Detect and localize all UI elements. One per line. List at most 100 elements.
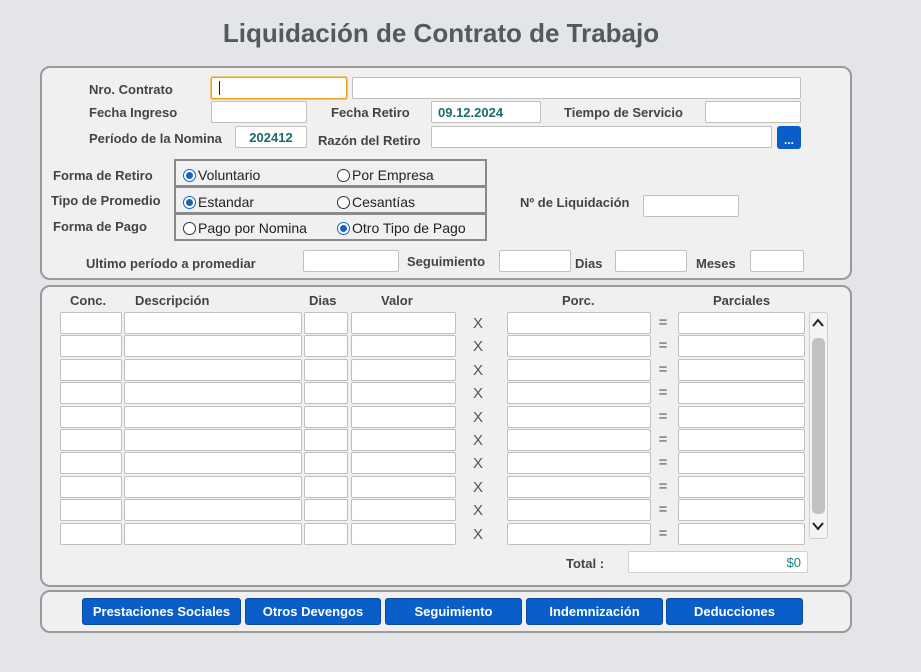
valor-cell[interactable] — [351, 475, 456, 498]
descripcion-cell[interactable] — [124, 358, 302, 381]
dias-cell[interactable] — [304, 522, 348, 545]
razon-retiro-lookup-button[interactable]: ... — [777, 126, 801, 149]
descripcion-cell[interactable] — [124, 382, 302, 405]
porc-cell[interactable] — [507, 405, 651, 428]
valor-cell[interactable] — [351, 358, 456, 381]
dias-cell[interactable] — [304, 475, 348, 498]
otros-devengos-button[interactable]: Otros Devengos — [245, 598, 381, 625]
multiply-symbol: X — [472, 315, 483, 332]
conc-cell[interactable] — [60, 522, 122, 545]
porc-cell[interactable] — [507, 475, 651, 498]
conc-cell[interactable] — [60, 335, 122, 358]
dias-label: Dias — [575, 256, 603, 271]
seguimiento-label: Seguimiento — [407, 254, 486, 269]
dias-input[interactable] — [615, 250, 687, 272]
multiply-symbol: X — [472, 338, 483, 356]
nro-contrato-description-input[interactable] — [352, 77, 801, 99]
tipo-promedio-estandar-radio[interactable]: Estandar — [183, 194, 254, 210]
conc-cell[interactable] — [60, 358, 122, 381]
multiply-symbol: X — [472, 525, 483, 543]
conc-cell[interactable] — [60, 382, 122, 405]
porc-cell[interactable] — [507, 499, 651, 522]
razon-retiro-input[interactable] — [431, 126, 772, 148]
dias-cell[interactable] — [304, 312, 348, 334]
descripcion-cell[interactable] — [124, 335, 302, 358]
conc-cell[interactable] — [60, 405, 122, 428]
descripcion-cell[interactable] — [124, 312, 302, 334]
conc-cell[interactable] — [60, 429, 122, 451]
scroll-down-icon[interactable] — [809, 517, 827, 535]
dias-cell[interactable] — [304, 382, 348, 405]
parciales-cell[interactable] — [678, 335, 805, 358]
column-header-dias: Dias — [309, 293, 337, 308]
dias-cell[interactable] — [304, 358, 348, 381]
porc-cell[interactable] — [507, 429, 651, 451]
parciales-cell[interactable] — [678, 429, 805, 451]
scroll-thumb[interactable] — [812, 338, 825, 514]
valor-cell[interactable] — [351, 335, 456, 358]
forma-pago-otro-radio[interactable]: Otro Tipo de Pago — [337, 220, 466, 236]
seguimiento-button[interactable]: Seguimiento — [385, 598, 522, 625]
valor-cell[interactable] — [351, 499, 456, 522]
tiempo-servicio-input[interactable] — [705, 101, 801, 123]
parciales-cell[interactable] — [678, 475, 805, 498]
meses-input[interactable] — [750, 250, 804, 272]
column-header-conc: Conc. — [70, 293, 107, 308]
nro-contrato-input[interactable] — [211, 77, 347, 99]
multiply-symbol: X — [472, 478, 483, 496]
dias-cell[interactable] — [304, 405, 348, 428]
forma-retiro-por-empresa-radio[interactable]: Por Empresa — [337, 167, 434, 183]
razon-retiro-label: Razón del Retiro — [318, 133, 421, 148]
prestaciones-sociales-button[interactable]: Prestaciones Sociales — [82, 598, 241, 625]
porc-cell[interactable] — [507, 382, 651, 405]
dias-cell[interactable] — [304, 499, 348, 522]
conc-cell[interactable] — [60, 452, 122, 475]
fecha-retiro-label: Fecha Retiro — [331, 105, 410, 120]
conc-cell[interactable] — [60, 475, 122, 498]
valor-cell[interactable] — [351, 452, 456, 475]
deducciones-button[interactable]: Deducciones — [666, 598, 803, 625]
descripcion-cell[interactable] — [124, 405, 302, 428]
porc-cell[interactable] — [507, 358, 651, 381]
fecha-retiro-input[interactable]: 09.12.2024 — [431, 101, 541, 123]
conc-cell[interactable] — [60, 499, 122, 522]
descripcion-cell[interactable] — [124, 429, 302, 451]
multiply-symbol: X — [472, 432, 483, 449]
valor-cell[interactable] — [351, 382, 456, 405]
no-liquidacion-input[interactable] — [643, 195, 739, 217]
dias-cell[interactable] — [304, 335, 348, 358]
valor-cell[interactable] — [351, 312, 456, 334]
parciales-cell[interactable] — [678, 522, 805, 545]
forma-pago-nomina-radio[interactable]: Pago por Nomina — [183, 220, 307, 236]
descripcion-cell[interactable] — [124, 499, 302, 522]
parciales-cell[interactable] — [678, 382, 805, 405]
descripcion-cell[interactable] — [124, 452, 302, 475]
conc-cell[interactable] — [60, 312, 122, 334]
porc-cell[interactable] — [507, 522, 651, 545]
radio-checked-icon — [183, 195, 196, 209]
porc-cell[interactable] — [507, 452, 651, 475]
periodo-nomina-input[interactable]: 202412 — [235, 126, 307, 148]
fecha-ingreso-input[interactable] — [211, 101, 307, 123]
valor-cell[interactable] — [351, 405, 456, 428]
dias-cell[interactable] — [304, 429, 348, 451]
valor-cell[interactable] — [351, 429, 456, 451]
valor-cell[interactable] — [351, 522, 456, 545]
descripcion-cell[interactable] — [124, 475, 302, 498]
parciales-cell[interactable] — [678, 452, 805, 475]
tipo-promedio-cesantias-radio[interactable]: Cesantías — [337, 194, 415, 210]
parciales-cell[interactable] — [678, 499, 805, 522]
porc-cell[interactable] — [507, 335, 651, 358]
descripcion-cell[interactable] — [124, 522, 302, 545]
multiply-symbol: X — [472, 385, 483, 403]
parciales-cell[interactable] — [678, 358, 805, 381]
parciales-cell[interactable] — [678, 312, 805, 334]
indemnizacion-button[interactable]: Indemnización — [526, 598, 663, 625]
seguimiento-input[interactable] — [499, 250, 571, 272]
dias-cell[interactable] — [304, 452, 348, 475]
ultimo-periodo-input[interactable] — [303, 250, 399, 272]
scroll-up-icon[interactable] — [809, 314, 827, 332]
forma-retiro-voluntario-radio[interactable]: Voluntario — [183, 167, 260, 183]
parciales-cell[interactable] — [678, 405, 805, 428]
porc-cell[interactable] — [507, 312, 651, 334]
